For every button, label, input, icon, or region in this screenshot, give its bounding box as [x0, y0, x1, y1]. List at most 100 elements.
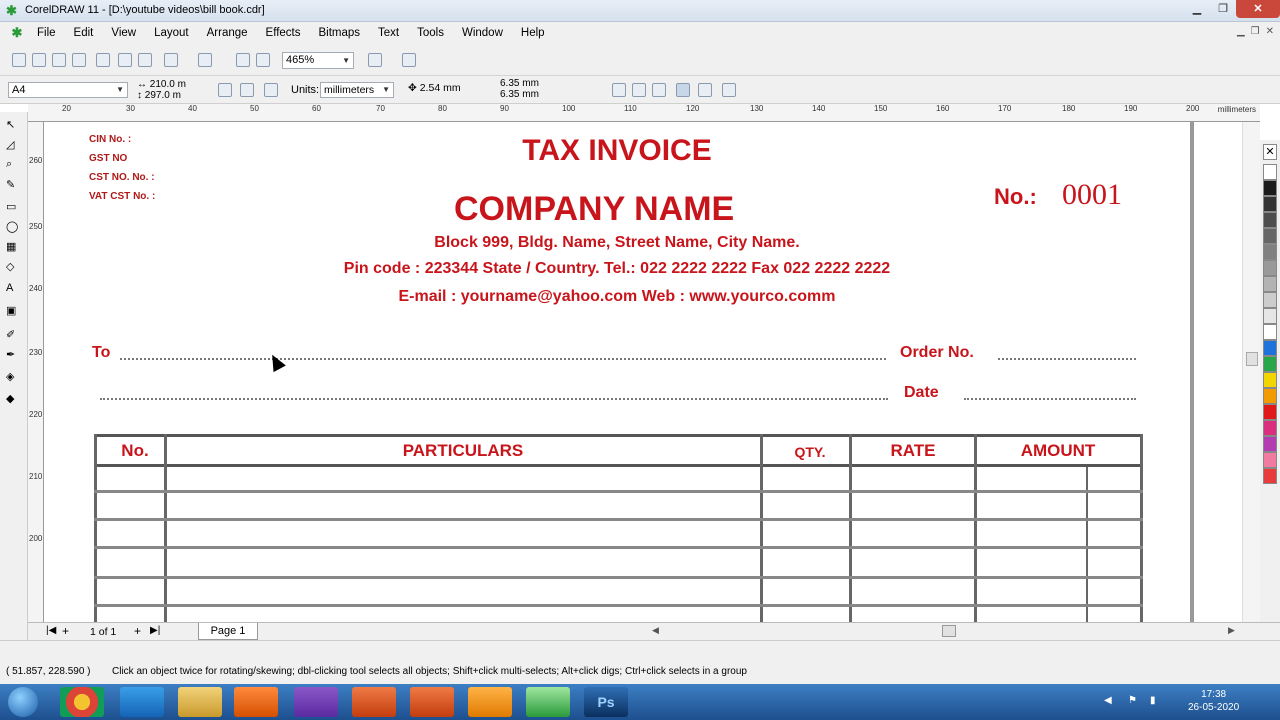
horizontal-ruler[interactable]: 20 30 40 50 60 70 80 90 100 110 120 130 … [28, 104, 1260, 122]
portrait-icon[interactable] [218, 83, 232, 97]
color-swatch[interactable] [1263, 388, 1277, 404]
doc-restore-icon[interactable]: ❐ [1251, 26, 1260, 37]
page-layout-icon[interactable] [264, 83, 278, 97]
page-tab[interactable]: Page 1 [198, 623, 258, 640]
file-explorer-icon[interactable] [178, 687, 222, 717]
menu-help[interactable]: Help [512, 27, 554, 39]
speaker-icon[interactable]: ◀ [1104, 695, 1116, 707]
snap-to-objects-icon[interactable] [652, 83, 666, 97]
text-tool-icon[interactable]: A [6, 282, 21, 296]
system-clock[interactable]: 17:38 26-05-2020 [1188, 688, 1239, 714]
screen-recorder-icon[interactable] [294, 687, 338, 717]
redo-icon[interactable] [198, 53, 212, 67]
open-icon[interactable] [32, 53, 46, 67]
menu-arrange[interactable]: Arrange [198, 27, 257, 39]
last-page-icon[interactable]: ▶| [150, 625, 160, 636]
page-width-field[interactable]: ↔ 210.0 m [137, 79, 186, 90]
treat-as-filled-icon[interactable] [698, 83, 712, 97]
menu-text[interactable]: Text [369, 27, 408, 39]
powerpoint-icon[interactable] [352, 687, 396, 717]
undo-icon[interactable] [164, 53, 178, 67]
duplicate-y-field[interactable]: 6.35 mm [500, 89, 539, 100]
color-swatch[interactable] [1263, 308, 1277, 324]
vertical-scrollbar[interactable] [1242, 122, 1260, 622]
interactive-fill-tool-icon[interactable]: ◆ [6, 392, 21, 406]
scroll-left-icon[interactable]: ◀ [652, 625, 659, 636]
application-launcher-icon[interactable] [368, 53, 382, 67]
page-dimensions[interactable]: ↔ 210.0 m ↕ 297.0 m [137, 79, 186, 101]
color-swatch[interactable] [1263, 180, 1277, 196]
basic-shapes-tool-icon[interactable]: ◇ [6, 260, 21, 274]
document-icon[interactable]: ✱ [6, 25, 28, 41]
coreldraw-task-icon[interactable] [526, 687, 570, 717]
color-swatch[interactable] [1263, 468, 1277, 484]
menu-edit[interactable]: Edit [65, 27, 103, 39]
color-swatch[interactable] [1263, 340, 1277, 356]
menu-tools[interactable]: Tools [408, 27, 453, 39]
paste-icon[interactable] [138, 53, 152, 67]
rectangle-tool-icon[interactable]: ▭ [6, 200, 21, 214]
new-icon[interactable] [12, 53, 26, 67]
color-swatch[interactable] [1263, 420, 1277, 436]
copy-icon[interactable] [118, 53, 132, 67]
export-icon[interactable] [256, 53, 270, 67]
scroll-right-icon[interactable]: ▶ [1228, 625, 1235, 636]
options-icon[interactable] [722, 83, 736, 97]
color-swatch[interactable] [1263, 372, 1277, 388]
color-swatch[interactable] [1263, 196, 1277, 212]
snap-to-guidelines-icon[interactable] [632, 83, 646, 97]
shape-tool-icon[interactable]: ◿ [6, 138, 21, 152]
color-swatch[interactable] [1263, 436, 1277, 452]
color-swatch[interactable] [1263, 452, 1277, 468]
chrome-icon[interactable] [60, 687, 104, 717]
add-page-after-icon[interactable]: + [134, 624, 141, 638]
powerpoint-icon-2[interactable] [410, 687, 454, 717]
add-page-icon[interactable]: + [62, 624, 69, 638]
menu-effects[interactable]: Effects [257, 27, 310, 39]
close-icon[interactable]: ✕ [1236, 0, 1280, 18]
color-swatch[interactable] [1263, 164, 1277, 180]
color-swatch[interactable] [1263, 276, 1277, 292]
network-icon[interactable]: ▮ [1150, 695, 1162, 707]
color-swatch[interactable] [1263, 404, 1277, 420]
photoshop-icon[interactable]: Ps [584, 687, 628, 717]
snap-to-grid-icon[interactable] [612, 83, 626, 97]
horizontal-scrollbar-thumb[interactable] [942, 625, 956, 637]
color-swatch[interactable] [1263, 244, 1277, 260]
interactive-blend-tool-icon[interactable]: ▣ [6, 304, 21, 318]
outline-tool-icon[interactable]: ✒ [6, 348, 21, 362]
cut-icon[interactable] [96, 53, 110, 67]
color-swatch[interactable] [1263, 324, 1277, 340]
media-player-icon[interactable] [234, 687, 278, 717]
menu-view[interactable]: View [102, 27, 145, 39]
fill-tool-icon[interactable]: ◈ [6, 370, 21, 384]
first-page-icon[interactable]: |◀ [46, 625, 56, 636]
import-icon[interactable] [236, 53, 250, 67]
paper-type-dropdown[interactable]: A4 ▼ [8, 82, 128, 98]
menu-layout[interactable]: Layout [145, 27, 198, 39]
pick-tool-icon[interactable]: ↖ [6, 118, 21, 132]
landscape-icon[interactable] [240, 83, 254, 97]
minimize-icon[interactable]: ▁ [1184, 0, 1210, 18]
doc-close-icon[interactable]: ✕ [1266, 26, 1274, 37]
color-swatch[interactable] [1263, 228, 1277, 244]
freehand-tool-icon[interactable]: ✎ [6, 178, 21, 192]
ellipse-tool-icon[interactable]: ◯ [6, 220, 21, 234]
corel-online-icon[interactable] [402, 53, 416, 67]
color-swatch[interactable] [1263, 292, 1277, 308]
nudge-distance-field[interactable]: ✥ 2.54 mm [408, 82, 461, 94]
duplicate-x-field[interactable]: 6.35 mm [500, 78, 539, 89]
scrollbar-thumb[interactable] [1246, 352, 1258, 366]
save-icon[interactable] [52, 53, 66, 67]
no-color-swatch[interactable]: ✕ [1263, 144, 1277, 160]
vlc-icon[interactable] [468, 687, 512, 717]
menu-file[interactable]: File [28, 27, 65, 39]
zoom-level-dropdown[interactable]: 465% ▼ [282, 52, 354, 69]
maximize-icon[interactable]: ❐ [1210, 0, 1236, 18]
menu-bitmaps[interactable]: Bitmaps [309, 27, 369, 39]
color-swatch[interactable] [1263, 260, 1277, 276]
zoom-tool-icon[interactable]: ⌕ [6, 158, 21, 172]
print-icon[interactable] [72, 53, 86, 67]
eyedropper-tool-icon[interactable]: ✐ [6, 328, 21, 342]
internet-explorer-icon[interactable] [120, 687, 164, 717]
